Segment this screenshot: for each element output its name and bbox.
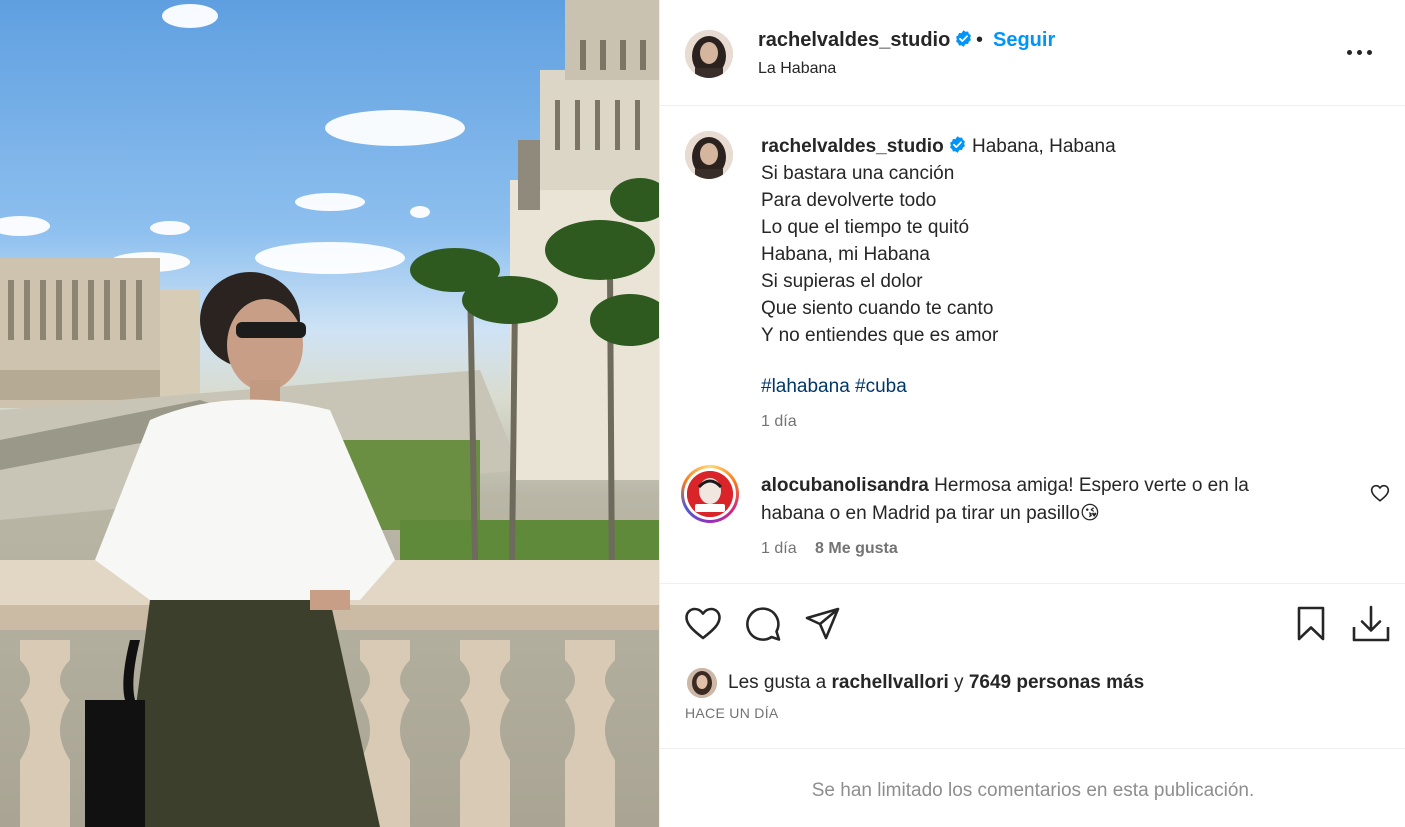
post-caption: rachelvaldes_studio Habana, Habana Si ba… xyxy=(761,133,1361,349)
comment-icon[interactable] xyxy=(743,604,783,644)
commenter-username[interactable]: alocubanolisandra xyxy=(761,475,929,496)
likes-prefix: Les gusta a xyxy=(728,672,827,693)
caption-author-avatar[interactable] xyxy=(685,131,733,179)
hashtag-link[interactable]: #lahabana xyxy=(761,376,850,397)
follow-button[interactable]: Seguir xyxy=(993,29,1055,52)
caption-line: Y no entiendes que es amor xyxy=(761,325,999,346)
caption-time[interactable]: 1 día xyxy=(761,413,797,431)
share-icon[interactable] xyxy=(803,604,843,644)
post-photo[interactable] xyxy=(0,0,659,827)
verified-badge-icon xyxy=(949,136,965,153)
caption-hashtags: #lahabana #cuba xyxy=(761,376,907,398)
separator-dot: • xyxy=(976,29,984,51)
comment-body: alocubanolisandra Hermosa amiga! Espero … xyxy=(761,472,1301,528)
post-actions-bar xyxy=(660,583,1405,663)
comment-time[interactable]: 1 día xyxy=(761,540,797,557)
caption-line: Lo que el tiempo te quitó xyxy=(761,217,970,238)
post-side-panel: rachelvaldes_studio • Seguir La Habana r… xyxy=(659,0,1405,827)
avatar-image xyxy=(687,668,717,698)
likes-joiner: y xyxy=(954,672,964,693)
post-header: rachelvaldes_studio • Seguir La Habana xyxy=(660,0,1405,106)
caption-line: Para devolverte todo xyxy=(761,190,937,211)
author-username-text: rachelvaldes_studio xyxy=(758,29,951,51)
caption-line: Habana, mi Habana xyxy=(761,244,930,265)
caption-line: Si supieras el dolor xyxy=(761,271,923,292)
post-location[interactable]: La Habana xyxy=(758,60,836,78)
comment-likes[interactable]: 8 Me gusta xyxy=(815,540,898,557)
avatar-ring-inner xyxy=(684,468,736,520)
caption-line: Que siento cuando te canto xyxy=(761,298,994,319)
caption-username[interactable]: rachelvaldes_studio xyxy=(761,136,944,157)
likes-text: Les gusta a rachellvallori y 7649 person… xyxy=(728,672,1144,694)
more-options-icon[interactable] xyxy=(1344,38,1376,66)
caption-first-line: Habana, Habana xyxy=(971,136,1116,157)
avatar-image xyxy=(685,131,733,179)
likes-others[interactable]: 7649 personas más xyxy=(969,672,1144,693)
comments-limited-notice: Se han limitado los comentarios en esta … xyxy=(660,748,1405,827)
post-timestamp[interactable]: HACE UN DÍA xyxy=(685,705,779,721)
verified-badge-icon xyxy=(956,30,972,47)
avatar-illustration xyxy=(687,471,733,517)
comment-meta: 1 día 8 Me gusta xyxy=(761,540,898,558)
author-username[interactable]: rachelvaldes_studio xyxy=(758,29,973,52)
caption-line: Si bastara una canción xyxy=(761,163,955,184)
bookmark-icon[interactable] xyxy=(1291,604,1331,644)
comment-like-heart-icon[interactable] xyxy=(1370,484,1390,502)
download-icon[interactable] xyxy=(1351,604,1391,644)
liker-username[interactable]: rachellvallori xyxy=(832,672,949,693)
heart-icon[interactable] xyxy=(683,604,723,644)
avatar-image xyxy=(685,30,733,78)
commenter-avatar[interactable] xyxy=(681,465,739,523)
avatar-image xyxy=(687,471,733,517)
photo-scene xyxy=(0,0,659,827)
hashtag-link[interactable]: #cuba xyxy=(855,376,907,397)
liker-avatar[interactable] xyxy=(687,668,717,698)
author-avatar[interactable] xyxy=(685,30,733,78)
